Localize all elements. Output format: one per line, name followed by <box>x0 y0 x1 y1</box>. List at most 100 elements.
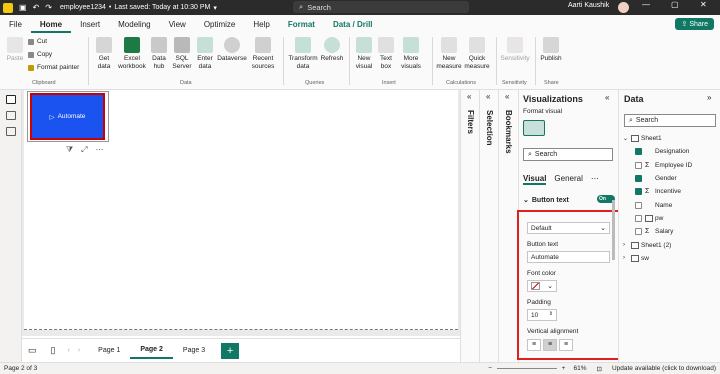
next-page-icon[interactable]: › <box>78 347 80 354</box>
menu-home[interactable]: Home <box>30 20 72 33</box>
checkbox-unchecked[interactable] <box>635 214 642 222</box>
checkbox-checked[interactable] <box>635 148 642 156</box>
desktop-layout-icon[interactable]: ▭ <box>28 345 37 356</box>
text-box-button[interactable]: Text box <box>376 37 396 71</box>
sensitivity-button[interactable]: Sensitivity <box>500 37 530 63</box>
menu-file[interactable]: File <box>0 20 31 33</box>
close-icon[interactable]: ✕ <box>700 0 707 9</box>
undo-icon[interactable]: ↶ <box>33 3 40 12</box>
user-name[interactable]: Aarti Kaushik <box>568 2 609 9</box>
recent-sources-button[interactable]: Recent sources <box>248 37 278 71</box>
quick-measure-button[interactable]: Quick measure <box>463 37 491 71</box>
redo-icon[interactable]: ↷ <box>45 3 52 12</box>
more-visuals-button[interactable]: More visuals <box>397 37 425 71</box>
publish-button[interactable]: Publish <box>538 37 564 63</box>
menu-format[interactable]: Format <box>279 20 324 33</box>
avatar[interactable] <box>618 2 629 13</box>
format-painter-button[interactable]: Format painter <box>28 64 79 71</box>
new-visual-button[interactable]: New visual <box>352 37 376 71</box>
fit-page-icon[interactable]: ⊡ <box>596 365 601 373</box>
tree-field-incentive[interactable]: Σ Incentive <box>623 185 719 198</box>
filter-icon[interactable]: ⧩ <box>66 145 73 155</box>
format-brush-icon[interactable] <box>523 120 545 136</box>
report-page[interactable]: ▷ Automate ⧩ ⤢ ⋯ <box>24 90 458 330</box>
get-data-button[interactable]: Get data <box>92 37 116 71</box>
checkbox-checked[interactable] <box>635 175 642 183</box>
expand-filters-icon[interactable]: « <box>467 92 471 101</box>
checkbox-checked[interactable] <box>635 188 642 196</box>
menu-modeling[interactable]: Modeling <box>109 20 159 33</box>
brush-icon <box>28 64 34 71</box>
tree-table-sheet1[interactable]: ⌄ Sheet1 <box>623 132 719 145</box>
report-view-icon[interactable] <box>6 95 16 104</box>
tree-field-name[interactable]: Name <box>623 198 719 211</box>
new-measure-button[interactable]: New measure <box>435 37 463 71</box>
menu-insert[interactable]: Insert <box>71 20 109 33</box>
transform-data-button[interactable]: Transform data <box>287 37 319 71</box>
add-page-button[interactable]: + <box>221 342 240 359</box>
menu-help[interactable]: Help <box>244 20 278 33</box>
tree-table-sheet1-2[interactable]: › Sheet1 (2) <box>623 238 719 251</box>
minimize-icon[interactable]: — <box>642 0 650 9</box>
menu-data-drill[interactable]: Data / Drill <box>324 20 382 33</box>
menu-optimize[interactable]: Optimize <box>195 20 245 33</box>
format-search-input[interactable]: ⌕ Search <box>523 148 613 161</box>
tree-field-salary[interactable]: Σ Salary <box>623 225 719 238</box>
refresh-button[interactable]: Refresh <box>319 37 345 63</box>
tree-field-pw[interactable]: pw <box>623 212 719 225</box>
more-options-icon[interactable]: ⋯ <box>591 174 599 185</box>
focus-mode-icon[interactable]: ⤢ <box>81 145 87 155</box>
enter-data-button[interactable]: Enter data <box>194 37 216 71</box>
zoom-slider[interactable]: − + <box>488 365 565 372</box>
dataverse-button[interactable]: Dataverse <box>216 37 248 63</box>
page-tab-3[interactable]: Page 3 <box>173 343 215 358</box>
tree-field-gender[interactable]: Gender <box>623 172 719 185</box>
visual-header-tools: ⧩ ⤢ ⋯ <box>66 145 104 155</box>
data-search-input[interactable]: ⌕ Search <box>624 114 716 127</box>
paste-button[interactable]: Paste <box>4 37 26 63</box>
prev-page-icon[interactable]: ‹ <box>67 347 69 354</box>
checkbox-unchecked[interactable] <box>635 161 642 169</box>
tab-general[interactable]: General <box>554 174 582 185</box>
share-icon: ⇪ <box>681 21 688 28</box>
collapse-data-icon[interactable]: » <box>707 93 711 102</box>
automate-button-visual[interactable]: ▷ Automate <box>30 93 105 140</box>
selection-pane-collapsed[interactable]: « Selection <box>479 90 499 362</box>
data-hub-button[interactable]: Data hub <box>148 37 170 71</box>
group-insert: Insert <box>382 80 396 86</box>
database-icon <box>96 37 112 53</box>
maximize-icon[interactable]: ▢ <box>671 0 679 9</box>
page-tab-2[interactable]: Page 2 <box>130 342 173 359</box>
table-view-icon[interactable] <box>6 111 16 120</box>
tree-field-employee-id[interactable]: Σ Employee ID <box>623 159 719 172</box>
filters-pane-collapsed[interactable]: « Filters <box>460 90 480 362</box>
shield-icon <box>507 37 523 53</box>
tree-field-designation[interactable]: Designation <box>623 145 719 158</box>
button-text-section[interactable]: ⌄ Button text On <box>523 195 617 204</box>
expand-selection-icon[interactable]: « <box>486 92 490 101</box>
model-view-icon[interactable] <box>6 127 16 136</box>
excel-workbook-button[interactable]: Excel workbook <box>117 37 147 71</box>
update-notice[interactable]: Update available (click to download) <box>612 365 716 372</box>
save-icon[interactable]: ▣ <box>19 3 27 12</box>
checkbox-unchecked[interactable] <box>635 201 642 209</box>
expand-icon: › <box>623 255 625 262</box>
bookmarks-pane-collapsed[interactable]: « Bookmarks <box>498 90 518 362</box>
title-search-box[interactable]: ⌕ Search <box>293 1 469 13</box>
share-button[interactable]: ⇪ Share <box>675 18 714 30</box>
menu-view[interactable]: View <box>160 20 195 33</box>
expand-bookmarks-icon[interactable]: « <box>505 92 509 101</box>
tree-table-sw[interactable]: › sw <box>623 252 719 265</box>
analytics-magnifier-icon[interactable] <box>549 120 571 136</box>
chevron-down-icon[interactable]: ▾ <box>213 4 217 12</box>
sql-server-button[interactable]: SQL Server <box>171 37 193 71</box>
tab-visual[interactable]: Visual <box>523 174 547 185</box>
cut-button[interactable]: Cut <box>28 38 47 45</box>
more-options-icon[interactable]: ⋯ <box>96 145 104 155</box>
format-pane-scrollbar[interactable] <box>612 200 615 260</box>
page-tab-1[interactable]: Page 1 <box>88 343 130 358</box>
checkbox-unchecked[interactable] <box>635 228 642 236</box>
copy-button[interactable]: Copy <box>28 51 52 58</box>
collapse-visualizations-icon[interactable]: « <box>605 93 609 102</box>
mobile-layout-icon[interactable]: ▯ <box>51 345 56 356</box>
